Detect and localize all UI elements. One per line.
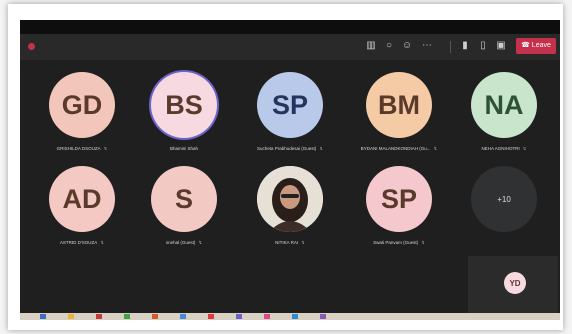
participant-tile[interactable]: S snehal (Guest) ↯ — [132, 166, 236, 246]
more-actions-icon[interactable]: ⋯ — [420, 39, 434, 53]
taskbar-app-icon[interactable] — [96, 314, 102, 319]
participant-name: Swati Panvam (Guest) — [373, 240, 419, 245]
mic-muted-icon: ↯ — [103, 146, 108, 151]
taskbar-app-icon[interactable] — [152, 314, 158, 319]
more-participants-tile[interactable]: +10 — [452, 166, 556, 232]
avatar: NA — [471, 72, 537, 138]
profile-photo — [257, 166, 323, 232]
chat-icon[interactable]: ○ — [382, 39, 396, 53]
participants-icon[interactable]: ▥ — [364, 39, 378, 53]
participant-name: Bhamini Shah — [169, 146, 199, 151]
participant-tile[interactable]: AD ASTRID D'SOUZA ↯ — [30, 166, 134, 246]
mic-muted-icon: ↯ — [319, 146, 324, 151]
avatar: BM — [366, 72, 432, 138]
reactions-icon[interactable]: ☺ — [400, 39, 414, 53]
microphone-icon[interactable]: ▯ — [476, 39, 490, 53]
camera-icon[interactable]: ▮ — [458, 39, 472, 53]
mic-muted-icon: ↯ — [421, 240, 425, 245]
avatar: GD — [49, 72, 115, 138]
leave-label: Leave — [531, 42, 551, 49]
meeting-toolbar: ▥ ○ ☺ ⋯ ▮ ▯ ▣ ☎ Leave — [20, 34, 560, 60]
avatar: S — [151, 166, 217, 232]
recording-indicator-icon — [28, 43, 35, 50]
avatar: SP — [257, 72, 323, 138]
participant-tile[interactable]: NITIKA RAI ↯ — [238, 166, 342, 246]
mic-muted-icon: ↯ — [522, 146, 527, 151]
participant-name: ASTRID D'SOUZA — [59, 240, 98, 245]
participant-name: NITIKA RAI — [275, 240, 299, 245]
participant-name: snehal (Guest) — [165, 240, 196, 245]
title-bar — [20, 20, 560, 34]
taskbar-app-icon[interactable] — [236, 314, 242, 319]
mic-muted-icon: ↯ — [198, 240, 203, 245]
participant-tile[interactable]: BM BYDANI MALANDKONDIAH (Gu... ↯ — [347, 72, 451, 152]
taskbar-app-icon[interactable] — [124, 314, 130, 319]
meeting-window: ▥ ○ ☺ ⋯ ▮ ▯ ▣ ☎ Leave GD GRISHILDA DSOUZ… — [20, 20, 560, 320]
share-screen-icon[interactable]: ▣ — [494, 39, 508, 53]
participant-name: NEHA AGNIHOTRI — [481, 146, 520, 151]
participant-tile[interactable]: NA NEHA AGNIHOTRI ↯ — [452, 72, 556, 152]
participant-tile[interactable]: SP Sucheta Prabhudesai (Guest) ↯ — [238, 72, 342, 152]
taskbar — [20, 313, 560, 320]
overflow-count: +10 — [471, 166, 537, 232]
mic-muted-icon: ↯ — [100, 240, 105, 245]
taskbar-app-icon[interactable] — [264, 314, 270, 319]
participant-tile[interactable]: BS Bhamini Shah — [132, 72, 236, 151]
taskbar-app-icon[interactable] — [292, 314, 298, 319]
taskbar-app-icon[interactable] — [208, 314, 214, 319]
participant-name: Sucheta Prabhudesai (Guest) — [256, 146, 317, 151]
avatar: BS — [151, 72, 217, 138]
self-view[interactable]: YD — [468, 256, 558, 314]
avatar: AD — [49, 166, 115, 232]
taskbar-app-icon[interactable] — [320, 314, 326, 319]
mic-muted-icon: ↯ — [433, 146, 438, 151]
avatar: SP — [366, 166, 432, 232]
leave-button[interactable]: ☎ Leave — [516, 38, 556, 54]
person-photo-icon — [257, 166, 323, 232]
participant-tile[interactable]: GD GRISHILDA DSOUZA ↯ — [30, 72, 134, 152]
taskbar-app-icon[interactable] — [180, 314, 186, 319]
taskbar-app-icon[interactable] — [68, 314, 74, 319]
self-avatar: YD — [504, 272, 526, 294]
toolbar-divider — [450, 41, 451, 53]
participant-name: BYDANI MALANDKONDIAH (Gu... — [360, 146, 431, 151]
participant-name: GRISHILDA DSOUZA — [56, 146, 101, 151]
mic-muted-icon: ↯ — [301, 240, 305, 245]
participant-tile[interactable]: SP Swati Panvam (Guest) ↯ — [347, 166, 451, 246]
taskbar-app-icon[interactable] — [40, 314, 46, 319]
